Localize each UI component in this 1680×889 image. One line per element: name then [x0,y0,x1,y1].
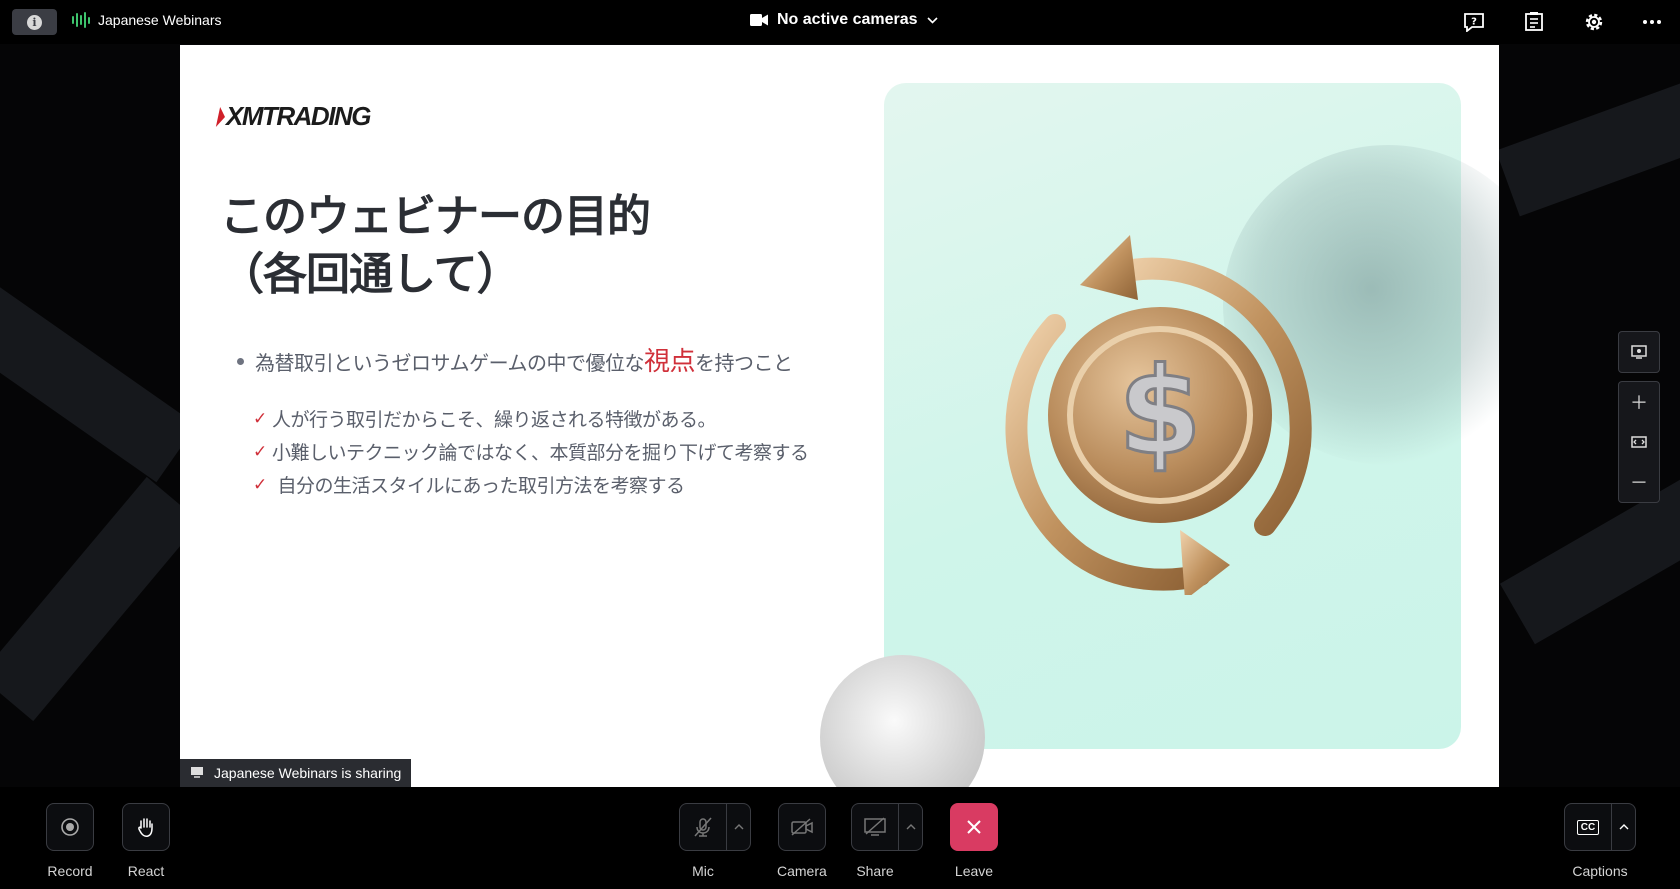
svg-text:$: $ [1118,343,1202,482]
background-shape [0,476,201,722]
record-label: Record [47,863,93,879]
video-camera-icon [750,13,768,27]
zoom-controls: ＋ － [1618,381,1660,503]
react-button[interactable] [122,803,170,851]
check-item-text: 人が行う取引だからこそ、繰り返される特徴がある。 [272,409,717,431]
bullet-text-before: 為替取引というゼロサムゲームの中で優位な [255,351,645,375]
meeting-stage: XMTRADING このウェビナーの目的 （各回通して） 為替取引というゼロサム… [0,44,1680,787]
background-shape [1495,61,1680,217]
check-item: ✓ 小難しいテクニック論ではなく、本質部分を掘り下げて考察する [253,435,809,468]
share-button[interactable] [851,803,899,851]
share-banner: Japanese Webinars is sharing [180,759,412,787]
camera-off-icon [791,818,813,836]
share-tool: Share [851,803,923,879]
background-shape [0,275,197,483]
mic-options-button[interactable] [727,803,751,851]
meeting-info-button[interactable]: i [12,9,57,35]
check-mark-icon: ✓ [253,441,267,462]
bullet-highlight: 視点 [644,347,696,377]
share-banner-text: Japanese Webinars is sharing [214,765,402,781]
svg-text:?: ? [1471,17,1477,28]
captions-label: Captions [1572,863,1628,879]
check-mark-icon: ✓ [253,408,267,429]
screen-view-icon [1619,332,1659,372]
bullet-text-after: を持つこと [695,351,793,375]
slide-bullet: 為替取引というゼロサムゲームの中で優位な 視点 を持つこと [237,341,793,378]
leave-button[interactable] [950,803,998,851]
logo-text: XMTRADING [226,101,371,131]
leave-label: Leave [954,863,994,879]
record-icon [61,818,79,836]
close-icon [967,820,981,834]
check-item: ✓ 人が行う取引だからこそ、繰り返される特徴がある。 [253,402,809,435]
captions-options-button[interactable] [1612,803,1636,851]
raise-hand-icon [138,818,153,837]
chevron-up-icon [906,824,915,830]
check-item-text: 小難しいテクニック論ではなく、本質部分を掘り下げて考察する [272,442,809,464]
shared-screen-slide: XMTRADING このウェビナーの目的 （各回通して） 為替取引というゼロサム… [180,45,1499,787]
chevron-down-icon [926,11,938,29]
share-screen-off-icon [864,817,886,836]
share-options-button[interactable] [899,803,923,851]
meeting-name: Japanese Webinars [72,12,221,28]
audio-bars-icon [72,12,90,28]
bullet-dot-icon [237,358,244,365]
chevron-up-icon [1619,824,1628,830]
zoom-in-icon[interactable]: ＋ [1619,382,1659,422]
check-item-text: 自分の生活スタイルにあった取引方法を考察する [272,475,686,497]
view-mode-button[interactable] [1618,331,1660,373]
mic-off-icon [694,817,712,837]
notes-icon[interactable] [1522,10,1546,34]
check-list: ✓ 人が行う取引だからこそ、繰り返される特徴がある。 ✓ 小難しいテクニック論で… [253,402,809,501]
camera-button[interactable] [777,803,826,851]
share-label: Share [856,863,894,879]
top-bar: i Japanese Webinars No active cameras ? [0,0,1680,44]
camera-label: Camera [777,863,827,879]
check-item: ✓ 自分の生活スタイルにあった取引方法を考察する [253,468,809,501]
gear-icon[interactable] [1582,10,1606,34]
bottom-toolbar: Record React Mic Camera Share Leave CC C… [0,787,1680,889]
mic-button[interactable] [679,803,727,851]
react-tool: React [122,803,170,879]
zoom-out-icon[interactable]: － [1619,462,1659,502]
camera-tool: Camera [777,803,827,879]
record-button[interactable] [46,803,94,851]
camera-status-label: No active cameras [777,11,918,28]
captions-button[interactable]: CC [1564,803,1612,851]
record-tool: Record [46,803,94,879]
mic-label: Mic [692,863,714,879]
xmtrading-logo: XMTRADING [215,101,371,132]
help-icon[interactable]: ? [1462,10,1486,34]
slide-title: このウェビナーの目的 （各回通して） [220,191,651,300]
chevron-up-icon [734,824,743,830]
camera-status-dropdown[interactable]: No active cameras [750,11,938,29]
react-label: React [127,863,165,879]
check-mark-icon: ✓ [253,474,267,495]
captions-tool: CC Captions [1564,803,1636,879]
fit-to-screen-icon[interactable] [1619,422,1659,462]
screen-share-icon [190,765,204,781]
meeting-name-label: Japanese Webinars [98,12,222,28]
mic-tool: Mic [679,803,751,879]
dollar-exchange-icon: $ [1005,235,1312,595]
leave-tool: Leave [950,803,998,879]
more-icon[interactable] [1640,10,1664,34]
captions-icon: CC [1576,819,1600,835]
info-icon: i [27,14,42,30]
